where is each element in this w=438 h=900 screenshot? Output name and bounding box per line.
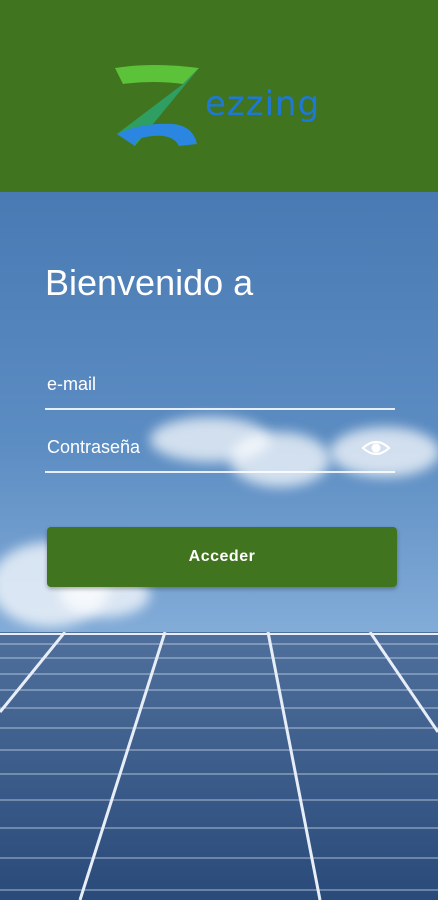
login-button[interactable]: Acceder	[47, 527, 397, 587]
solar-panels	[0, 632, 438, 900]
email-field	[45, 364, 399, 410]
welcome-title: Bienvenido a	[45, 262, 254, 303]
brand-wordmark: ezzing	[205, 84, 321, 124]
password-field	[45, 427, 399, 473]
email-input[interactable]	[45, 364, 399, 404]
app-header: ezzing	[0, 0, 438, 192]
eye-icon[interactable]	[361, 437, 391, 459]
password-input[interactable]	[45, 427, 399, 467]
